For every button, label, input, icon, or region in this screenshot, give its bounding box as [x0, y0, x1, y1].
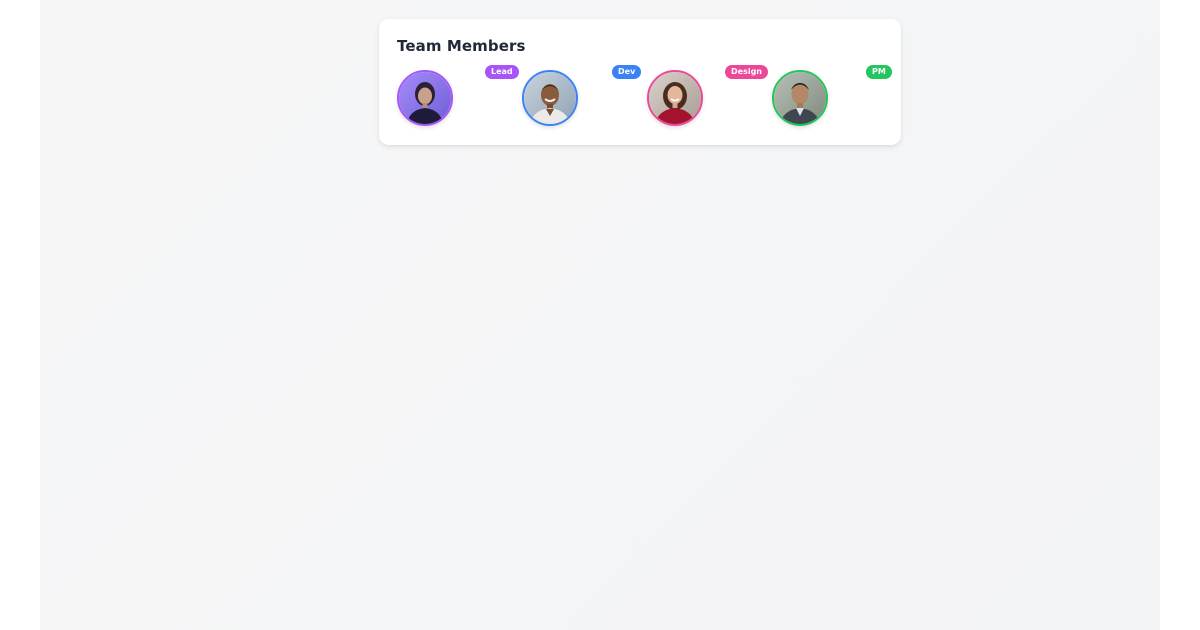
role-badge: Lead — [485, 65, 519, 79]
avatar[interactable] — [647, 70, 703, 126]
role-badge: Dev — [612, 65, 642, 79]
team-member-dev[interactable]: Dev — [522, 65, 642, 126]
portrait-man-smiling-icon — [524, 72, 576, 124]
team-member-lead[interactable]: Lead — [397, 65, 519, 126]
role-badge: PM — [866, 65, 892, 79]
card-title: Team Members — [397, 37, 526, 55]
page-background: Team Members Lead Dev Design PM — [40, 0, 1160, 630]
portrait-woman-red-sweater-icon — [649, 72, 701, 124]
avatar[interactable] — [522, 70, 578, 126]
team-members-card: Team Members Lead Dev Design PM — [379, 19, 901, 145]
role-badge: Design — [725, 65, 768, 79]
avatar[interactable] — [772, 70, 828, 126]
team-member-pm[interactable]: PM — [772, 65, 892, 126]
portrait-man-suit-icon — [774, 72, 826, 124]
team-member-design[interactable]: Design — [647, 65, 768, 126]
avatar[interactable] — [397, 70, 453, 126]
portrait-woman-dark-hair-icon — [399, 72, 451, 124]
